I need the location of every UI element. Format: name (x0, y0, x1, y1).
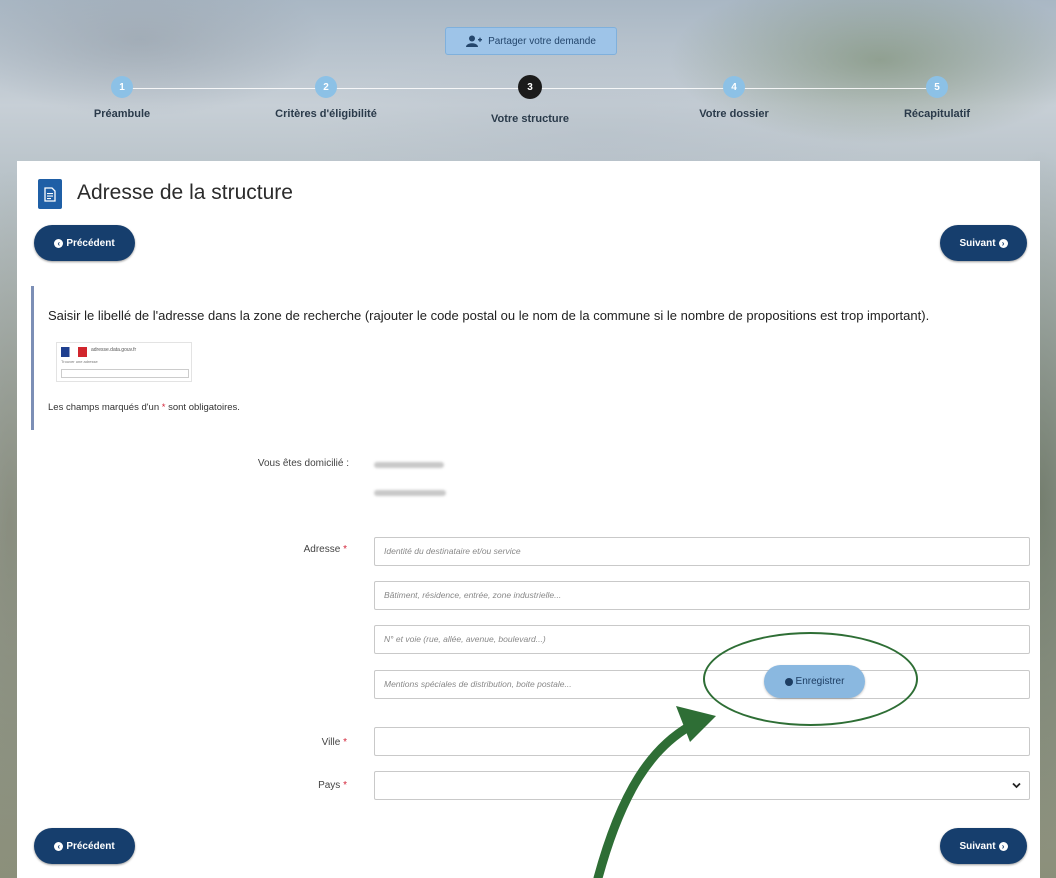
annotation-arrow-icon (593, 706, 716, 878)
